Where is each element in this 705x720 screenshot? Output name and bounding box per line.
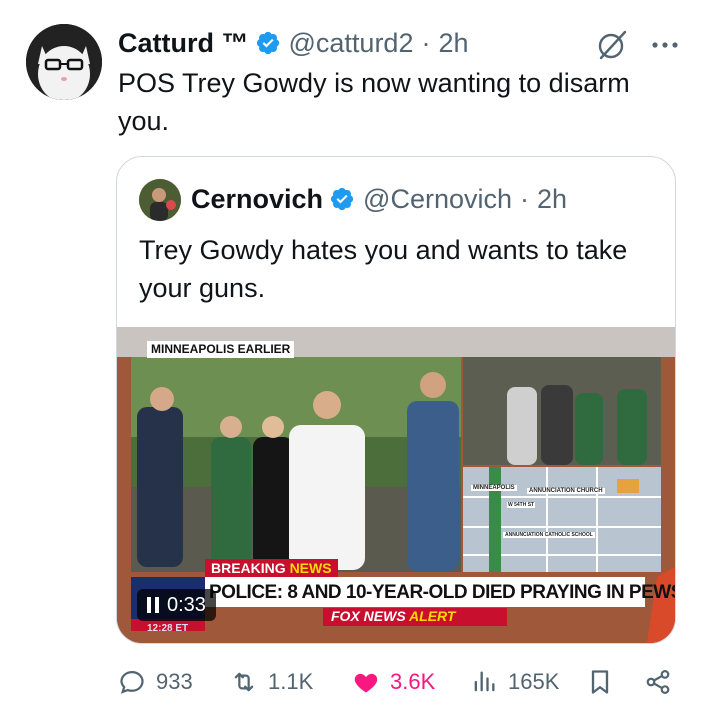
quoted-tweet-timestamp[interactable]: 2h (537, 184, 567, 215)
broadcast-clock: 12:28 ET (147, 623, 189, 634)
video-duration: 0:33 (167, 593, 206, 616)
map-label-church: ANNUNCIATION CHURCH (527, 488, 605, 494)
quoted-author-name[interactable]: Cernovich (191, 184, 323, 215)
tweet-actions: 933 1.1K 3.6K 165K (118, 662, 678, 702)
quoted-tweet-text: Trey Gowdy hates you and wants to take y… (139, 235, 628, 303)
map-label-street: W 54TH ST (507, 502, 536, 508)
reply-button[interactable]: 933 (118, 662, 193, 702)
like-button[interactable]: 3.6K (352, 662, 435, 702)
author-handle[interactable]: @catturd2 (289, 28, 414, 59)
tweet[interactable]: Catturd ™ @catturd2 · 2h POS Trey Gowdy … (0, 0, 705, 720)
video-player[interactable]: MINNEAPOLIS EARLIER MINNEAPOLIS ANNUNCIA… (117, 327, 675, 643)
map-label-school: ANNUNCIATION CATHOLIC SCHOOL (503, 532, 595, 538)
quoted-tweet-header: Cernovich @Cernovich · 2h (191, 181, 567, 217)
breaking-news-tag: BREAKING NEWS (205, 559, 338, 577)
separator-dot: · (421, 27, 431, 58)
verified-badge-icon (330, 187, 354, 211)
bookmark-button[interactable] (586, 662, 614, 702)
views-count: 165K (508, 669, 560, 694)
news-label: NEWS (289, 560, 332, 576)
heart-icon (354, 673, 378, 693)
share-button[interactable] (644, 662, 672, 702)
retweet-icon (234, 672, 254, 692)
repost-button[interactable]: 1.1K (230, 662, 313, 702)
views-icon (474, 671, 495, 692)
bookmark-icon (591, 670, 609, 694)
map-label-city: MINNEAPOLIS (471, 485, 517, 491)
separator-dot: · (520, 183, 530, 214)
grok-icon[interactable] (595, 28, 629, 62)
views-button[interactable]: 165K (470, 662, 559, 702)
news-headline: POLICE: 8 AND 10-YEAR-OLD DIED PRAYING I… (209, 582, 675, 603)
tweet-timestamp[interactable]: 2h (438, 28, 468, 59)
breaking-label: BREAKING (211, 560, 286, 576)
pause-icon[interactable] (147, 597, 159, 613)
share-icon (646, 670, 670, 694)
fox-news-label: FOX NEWS (331, 608, 406, 624)
like-count: 3.6K (390, 669, 436, 694)
tweet-header: Catturd ™ @catturd2 · 2h (118, 26, 469, 60)
quoted-tweet[interactable]: Cernovich @Cernovich · 2h Trey Gowdy hat… (116, 156, 676, 644)
quoted-author-avatar[interactable] (139, 179, 181, 221)
verified-badge-icon (256, 31, 279, 55)
author-avatar[interactable] (26, 24, 102, 100)
more-icon[interactable] (651, 40, 679, 50)
tweet-text: POS Trey Gowdy is now wanting to disarm … (118, 68, 630, 136)
reply-count: 933 (156, 669, 193, 694)
alert-label: ALERT (409, 608, 456, 624)
location-tag: MINNEAPOLIS EARLIER (147, 341, 295, 358)
tweet-top-actions (595, 28, 679, 62)
video-playback-chip[interactable]: 0:33 (137, 589, 216, 621)
reply-icon (120, 670, 144, 694)
author-name[interactable]: Catturd ™ (118, 28, 249, 59)
quoted-author-handle[interactable]: @Cernovich (363, 184, 512, 215)
repost-count: 1.1K (268, 669, 314, 694)
fox-news-alert: FOX NEWS ALERT (331, 608, 455, 624)
